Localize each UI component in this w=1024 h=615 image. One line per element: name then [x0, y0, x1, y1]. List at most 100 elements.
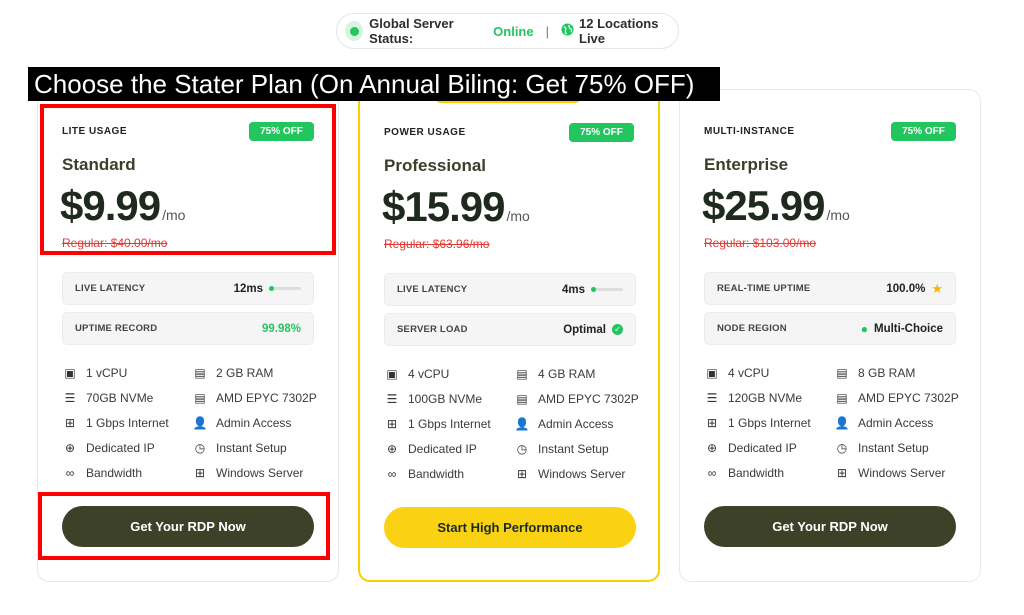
latency-bar — [591, 287, 623, 292]
feature-ram: ▤ 2 GB RAM — [192, 365, 322, 380]
plan-price: $15.99/mo — [382, 183, 530, 230]
start-high-performance-button[interactable]: Start High Performance — [384, 507, 636, 548]
feature-processor: ▤ AMD EPYC 7302P — [192, 390, 322, 405]
annual-billing-banner: Choose the Stater Plan (On Annual Biling… — [28, 67, 720, 101]
discount-badge: 75% OFF — [249, 122, 314, 141]
plan-price: $9.99/mo — [60, 182, 186, 229]
feature-storage: ☰ 70GB NVMe — [62, 390, 192, 405]
get-rdp-button[interactable]: Get Your RDP Now — [62, 506, 314, 547]
network-icon: ⊞ — [64, 415, 76, 430]
discount-badge: 75% OFF — [569, 123, 634, 142]
stat-node-region: NODE REGION ● Multi-Choice — [704, 312, 956, 345]
feature-bandwidth: ∞ Bandwidth — [62, 465, 192, 480]
clock-icon: ◷ — [194, 440, 206, 455]
database-icon: ☰ — [386, 391, 398, 406]
feature-processor: ▤ AMD EPYC 7302P — [834, 390, 964, 405]
database-icon: ☰ — [64, 390, 76, 405]
regular-price: Regular: $63.96/mo — [384, 237, 490, 251]
feature-cpu: ▣ 1 vCPU — [62, 365, 192, 380]
status-separator: | — [545, 23, 549, 39]
feature-admin: 👤 Admin Access — [514, 416, 614, 431]
feature-ip: ⊕ Dedicated IP — [704, 440, 834, 455]
get-rdp-button[interactable]: Get Your RDP Now — [704, 506, 956, 547]
plan-name: Professional — [384, 156, 487, 175]
windows-icon: ⊞ — [836, 465, 848, 480]
feature-list: ▣ 4 vCPU ▤ 8 GB RAM ☰ 120GB NVMe ▤ AMD EPYC … — [704, 365, 964, 480]
feature-cpu: ▣ 4 vCPU — [704, 365, 834, 380]
feature-internet: ⊞ 1 Gbps Internet — [62, 415, 192, 430]
cpu-icon: ▣ — [706, 365, 718, 380]
stat-server-load: SERVER LOAD Optimal ✓ — [384, 313, 636, 346]
feature-os: ⊞ Windows Server — [192, 465, 322, 480]
infinity-icon: ∞ — [65, 465, 75, 480]
user-gear-icon: 👤 — [192, 415, 208, 430]
plan-price: $25.99/mo — [702, 182, 850, 229]
feature-list: ▣ 4 vCPU ▤ 4 GB RAM ☰ 100GB NVMe ▤ AMD EPYC … — [384, 366, 644, 481]
stat-live-latency: LIVE LATENCY 4ms — [384, 273, 636, 306]
globe-icon: ● — [860, 321, 868, 336]
infinity-icon: ∞ — [387, 466, 397, 481]
plan-card-enterprise: MULTI-INSTANCE 75% OFF Enterprise $25.99… — [679, 89, 981, 582]
user-gear-icon: 👤 — [834, 415, 850, 430]
infinity-icon: ∞ — [707, 465, 717, 480]
stat-uptime-record: UPTIME RECORD 99.98% — [62, 312, 314, 345]
server-icon: ▤ — [194, 390, 206, 405]
plan-usage: MULTI-INSTANCE — [704, 126, 795, 137]
network-icon: ⊞ — [386, 416, 398, 431]
feature-setup: ◷ Instant Setup — [834, 440, 964, 455]
feature-os: ⊞ Windows Server — [834, 465, 964, 480]
ram-icon: ▤ — [836, 365, 848, 380]
windows-icon: ⊞ — [516, 466, 528, 481]
globe-icon: ⊕ — [386, 441, 398, 456]
latency-bar — [269, 286, 301, 291]
feature-bandwidth: ∞ Bandwidth — [704, 465, 834, 480]
plan-name: Enterprise — [704, 155, 789, 174]
database-icon: ☰ — [706, 390, 718, 405]
plan-usage: POWER USAGE — [384, 127, 466, 138]
network-icon: ⊞ — [706, 415, 718, 430]
feature-os: ⊞ Windows Server — [514, 466, 644, 481]
globe-icon: ⊕ — [64, 440, 76, 455]
clock-icon: ◷ — [836, 440, 848, 455]
clock-icon: ◷ — [516, 441, 528, 456]
windows-icon: ⊞ — [194, 465, 206, 480]
feature-setup: ◷ Instant Setup — [192, 440, 322, 455]
locations-live: 12 Locations Live — [579, 16, 659, 46]
feature-admin: 👤 Admin Access — [834, 415, 934, 430]
ram-icon: ▤ — [194, 365, 206, 380]
feature-ip: ⊕ Dedicated IP — [384, 441, 514, 456]
star-icon: ★ — [931, 280, 943, 296]
feature-list: ▣ 1 vCPU ▤ 2 GB RAM ☰ 70GB NVMe ▤ AMD EPYC 7… — [62, 365, 322, 480]
status-label: Global Server Status: — [369, 16, 454, 46]
feature-processor: ▤ AMD EPYC 7302P — [514, 391, 644, 406]
discount-badge: 75% OFF — [891, 122, 956, 141]
plan-card-professional: POWER USAGE 75% OFF Professional $15.99/… — [358, 89, 660, 582]
server-icon: ▤ — [516, 391, 528, 406]
plan-card-standard: LITE USAGE 75% OFF Standard $9.99/mo Reg… — [37, 89, 339, 582]
user-gear-icon: 👤 — [514, 416, 530, 431]
feature-storage: ☰ 120GB NVMe — [704, 390, 834, 405]
stat-real-time-uptime: REAL-TIME UPTIME 100.0% ★ — [704, 272, 956, 305]
plan-usage: LITE USAGE — [62, 126, 128, 137]
feature-ram: ▤ 4 GB RAM — [514, 366, 644, 381]
ram-icon: ▤ — [516, 366, 528, 381]
globe-icon — [561, 23, 574, 39]
regular-price: Regular: $103.00/mo — [704, 236, 817, 250]
feature-setup: ◷ Instant Setup — [514, 441, 644, 456]
cpu-icon: ▣ — [386, 366, 398, 381]
cpu-icon: ▣ — [64, 365, 76, 380]
feature-cpu: ▣ 4 vCPU — [384, 366, 514, 381]
server-status-pill: Global Server Status: Online | 12 Locati… — [336, 13, 679, 49]
server-icon: ▤ — [836, 390, 848, 405]
plan-name: Standard — [62, 155, 136, 174]
regular-price: Regular: $40.00/mo — [62, 236, 168, 250]
feature-bandwidth: ∞ Bandwidth — [384, 466, 514, 481]
feature-internet: ⊞ 1 Gbps Internet — [384, 416, 514, 431]
feature-admin: 👤 Admin Access — [192, 415, 292, 430]
feature-ip: ⊕ Dedicated IP — [62, 440, 192, 455]
check-icon: ✓ — [612, 324, 623, 335]
status-dot-icon — [345, 21, 364, 41]
feature-internet: ⊞ 1 Gbps Internet — [704, 415, 834, 430]
status-online: Online — [493, 23, 534, 39]
globe-icon: ⊕ — [706, 440, 718, 455]
